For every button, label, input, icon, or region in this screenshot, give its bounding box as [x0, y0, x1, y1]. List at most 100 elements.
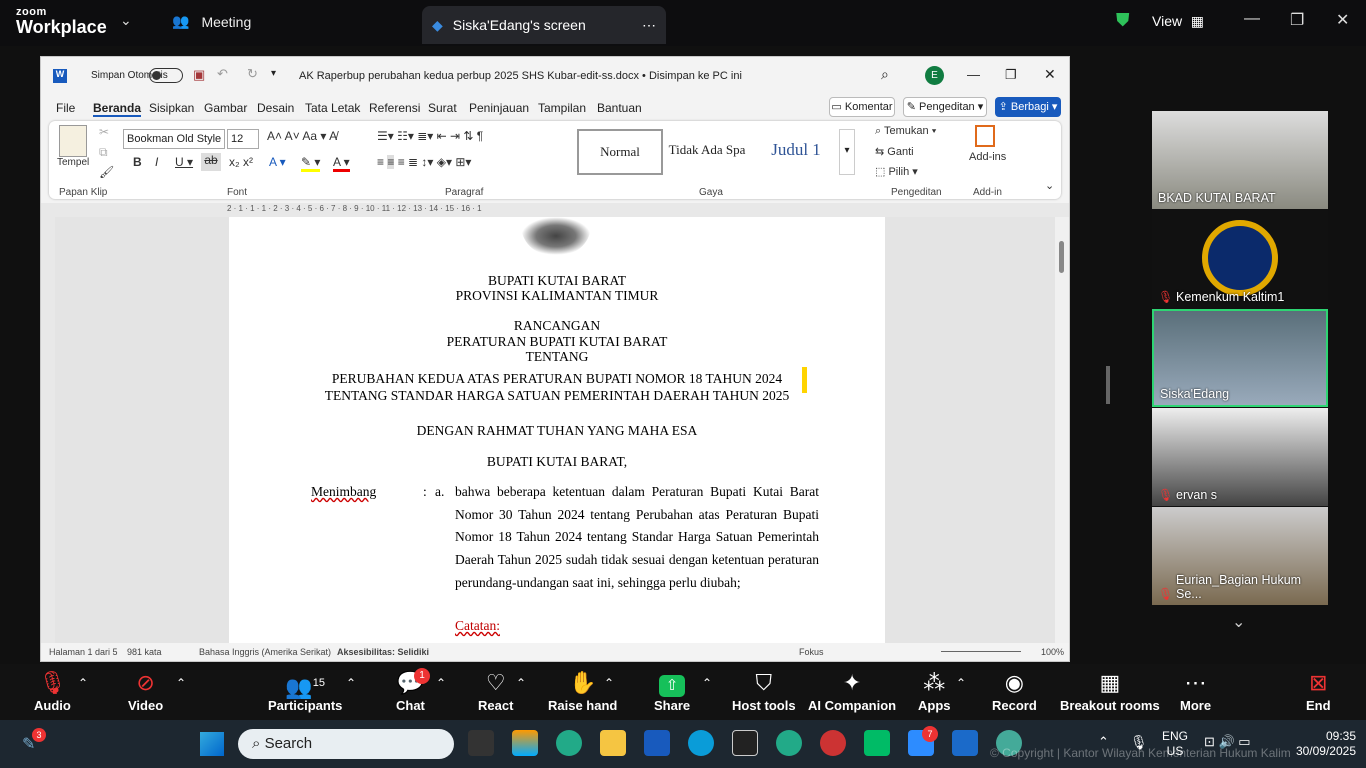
ribbon-tab[interactable]: Desain — [257, 101, 294, 115]
active-speaker-tile[interactable]: Siska'Edang — [1152, 309, 1328, 407]
ribbon-tab[interactable]: File — [56, 101, 75, 115]
mic-icon[interactable]: 🎙 — [1130, 734, 1148, 751]
ribbon-tab[interactable]: Tampilan — [538, 101, 586, 115]
style-no-spacing[interactable]: Tidak Ada Spa — [665, 129, 749, 175]
chevron-up-icon[interactable]: ⌃ — [956, 676, 966, 690]
share-button[interactable]: ⇪ Berbagi ▾ — [995, 97, 1061, 117]
view-button[interactable]: View ▦ — [1142, 6, 1214, 36]
end-button[interactable]: ⊠ End — [1306, 668, 1331, 713]
customize-icon[interactable]: ▾ — [271, 68, 276, 79]
participant-tile[interactable]: BKAD KUTAI BARAT — [1152, 111, 1328, 209]
chevron-up-icon[interactable]: ⌃ — [176, 676, 186, 690]
breakout-rooms-button[interactable]: ▦ Breakout rooms — [1060, 668, 1160, 713]
ribbon-tab[interactable]: Gambar — [204, 101, 247, 115]
video-button[interactable]: ⊘ Video — [128, 668, 163, 713]
horizontal-ruler[interactable]: 2 · 1 · 1 · 1 · 2 · 3 · 4 · 5 · 6 · 7 · … — [41, 203, 1069, 217]
chevron-up-icon[interactable]: ⌃ — [78, 676, 88, 690]
copilot-icon[interactable] — [512, 730, 538, 756]
align-icons[interactable]: ≡ ≡ ≡ ≣ ↕▾ ◈▾ ⊞▾ — [377, 155, 471, 169]
page-count[interactable]: Halaman 1 dari 5 — [49, 647, 118, 657]
chevron-up-icon[interactable]: ⌃ — [436, 676, 446, 690]
minimize-icon[interactable]: — — [1244, 10, 1260, 28]
chrome-icon[interactable] — [820, 730, 846, 756]
apps-button[interactable]: ⁂ Apps — [918, 668, 951, 713]
ribbon-tab[interactable]: Tata Letak — [305, 101, 360, 115]
document-page[interactable]: BUPATI KUTAI BARAT PROVINSI KALIMANTAN T… — [229, 217, 885, 643]
network-icon[interactable]: ⊡ 🔊 ▭ — [1204, 734, 1251, 750]
word-icon[interactable] — [644, 730, 670, 756]
participant-tile[interactable]: ervan s 🎙 — [1152, 408, 1328, 506]
audio-button[interactable]: 🎙 Audio — [34, 668, 71, 713]
participant-tile[interactable]: Kemenkum Kaltim1 🎙 — [1152, 210, 1328, 308]
comment-button[interactable]: ▭ Komentar — [829, 97, 895, 117]
scroll-thumb[interactable] — [1059, 241, 1064, 273]
host-tools-button[interactable]: ⛉ Host tools — [732, 668, 796, 713]
panel-resize-handle[interactable] — [1106, 366, 1110, 404]
ribbon-tab[interactable]: Beranda — [93, 101, 142, 117]
app-icon[interactable] — [864, 730, 890, 756]
accessibility-status[interactable]: Aksesibilitas: Selidiki — [337, 647, 429, 657]
chrome-icon[interactable] — [556, 730, 582, 756]
chevron-down-icon[interactable]: ⌄ — [1232, 612, 1245, 632]
vertical-scrollbar[interactable] — [1055, 217, 1069, 643]
document-title[interactable]: AK Raperbup perubahan kedua perbup 2025 … — [299, 70, 742, 82]
minimize-icon[interactable]: — — [967, 67, 980, 82]
undo-icon[interactable]: ↶ — [217, 66, 228, 82]
styles-expand-icon[interactable]: ▾ — [839, 129, 855, 175]
paste-icon[interactable] — [59, 125, 87, 157]
edge-icon[interactable] — [688, 730, 714, 756]
addins-icon[interactable] — [975, 125, 995, 147]
style-normal[interactable]: Normal — [577, 129, 663, 175]
copy-icon[interactable]: ⧉ — [99, 145, 108, 160]
chrome-icon[interactable] — [776, 730, 802, 756]
close-icon[interactable]: ✕ — [1336, 10, 1349, 30]
highlight-icon[interactable]: ✎ ▾ — [301, 155, 321, 172]
react-button[interactable]: ♡ React — [478, 668, 513, 713]
ribbon-tab[interactable]: Peninjauan — [469, 101, 529, 115]
share-screen-button[interactable]: ⇧ Share — [654, 668, 690, 713]
find-button[interactable]: ⌕ Temukan ▾ — [875, 125, 936, 138]
editing-mode-button[interactable]: ✎ Pengeditan ▾ — [903, 97, 987, 117]
ribbon-tab[interactable]: Surat — [428, 101, 457, 115]
autosave-toggle[interactable] — [149, 68, 183, 83]
search-icon[interactable]: ⌕ — [881, 66, 889, 83]
chevron-up-icon[interactable]: ⌃ — [346, 676, 356, 690]
search-box[interactable]: ⌕ Search — [238, 729, 454, 759]
bold-icon[interactable]: B — [133, 155, 142, 169]
share-tab[interactable]: ◆ Siska'Edang's screen ⋯ — [422, 6, 666, 44]
subscript-icon[interactable]: x₂ x² — [229, 155, 253, 169]
folder-icon[interactable] — [600, 730, 626, 756]
collapse-ribbon-icon[interactable]: ⌄ — [1045, 179, 1054, 192]
text-effects-icon[interactable]: A ▾ — [269, 155, 286, 169]
chevron-up-icon[interactable]: ⌃ — [516, 676, 526, 690]
redo-icon[interactable]: ↻ — [247, 66, 258, 82]
meeting-menu[interactable]: 👥 Meeting — [172, 13, 251, 30]
more-button[interactable]: ⋯ More — [1180, 668, 1211, 713]
chevron-down-icon[interactable]: ⌄ — [120, 12, 132, 29]
language-status[interactable]: Bahasa Inggris (Amerika Serikat) — [199, 647, 331, 657]
zoom-level[interactable]: 100% — [1041, 647, 1064, 657]
ribbon-tab[interactable]: Sisipkan — [149, 101, 194, 115]
grow-font-icon[interactable]: A˄ A˅ Aa ▾ A̸ — [267, 129, 337, 143]
list-icons[interactable]: ☰▾ ☷▾ ≣▾ ⇤ ⇥ ⇅ ¶ — [377, 129, 483, 143]
cut-icon[interactable]: ✂ — [99, 125, 109, 139]
ribbon-tab[interactable]: Bantuan — [597, 101, 642, 115]
ribbon-tab[interactable]: Referensi — [369, 101, 420, 115]
more-icon[interactable]: ⋯ — [642, 17, 656, 34]
app-icon[interactable] — [732, 730, 758, 756]
app-icon[interactable] — [468, 730, 494, 756]
participant-tile[interactable]: Eurian_Bagian Hukum Se... 🎙 — [1152, 507, 1328, 605]
record-button[interactable]: ◉ Record — [992, 668, 1037, 713]
save-icon[interactable]: ▣ — [193, 67, 205, 83]
participants-button[interactable]: 👥15 Participants — [268, 668, 342, 713]
focus-button[interactable]: Fokus — [799, 647, 824, 657]
raise-hand-button[interactable]: ✋ Raise hand — [548, 668, 617, 713]
style-heading1[interactable]: Judul 1 — [753, 129, 839, 175]
ai-companion-button[interactable]: ✦ AI Companion — [808, 668, 896, 713]
chevron-up-icon[interactable]: ⌃ — [1098, 734, 1109, 750]
paste-button[interactable]: Tempel — [57, 157, 89, 168]
chevron-up-icon[interactable]: ⌃ — [702, 676, 712, 690]
replace-button[interactable]: ⇆ Ganti — [875, 145, 914, 158]
strikethrough-icon[interactable]: ab — [201, 153, 221, 171]
zoom-slider[interactable] — [941, 651, 1021, 652]
